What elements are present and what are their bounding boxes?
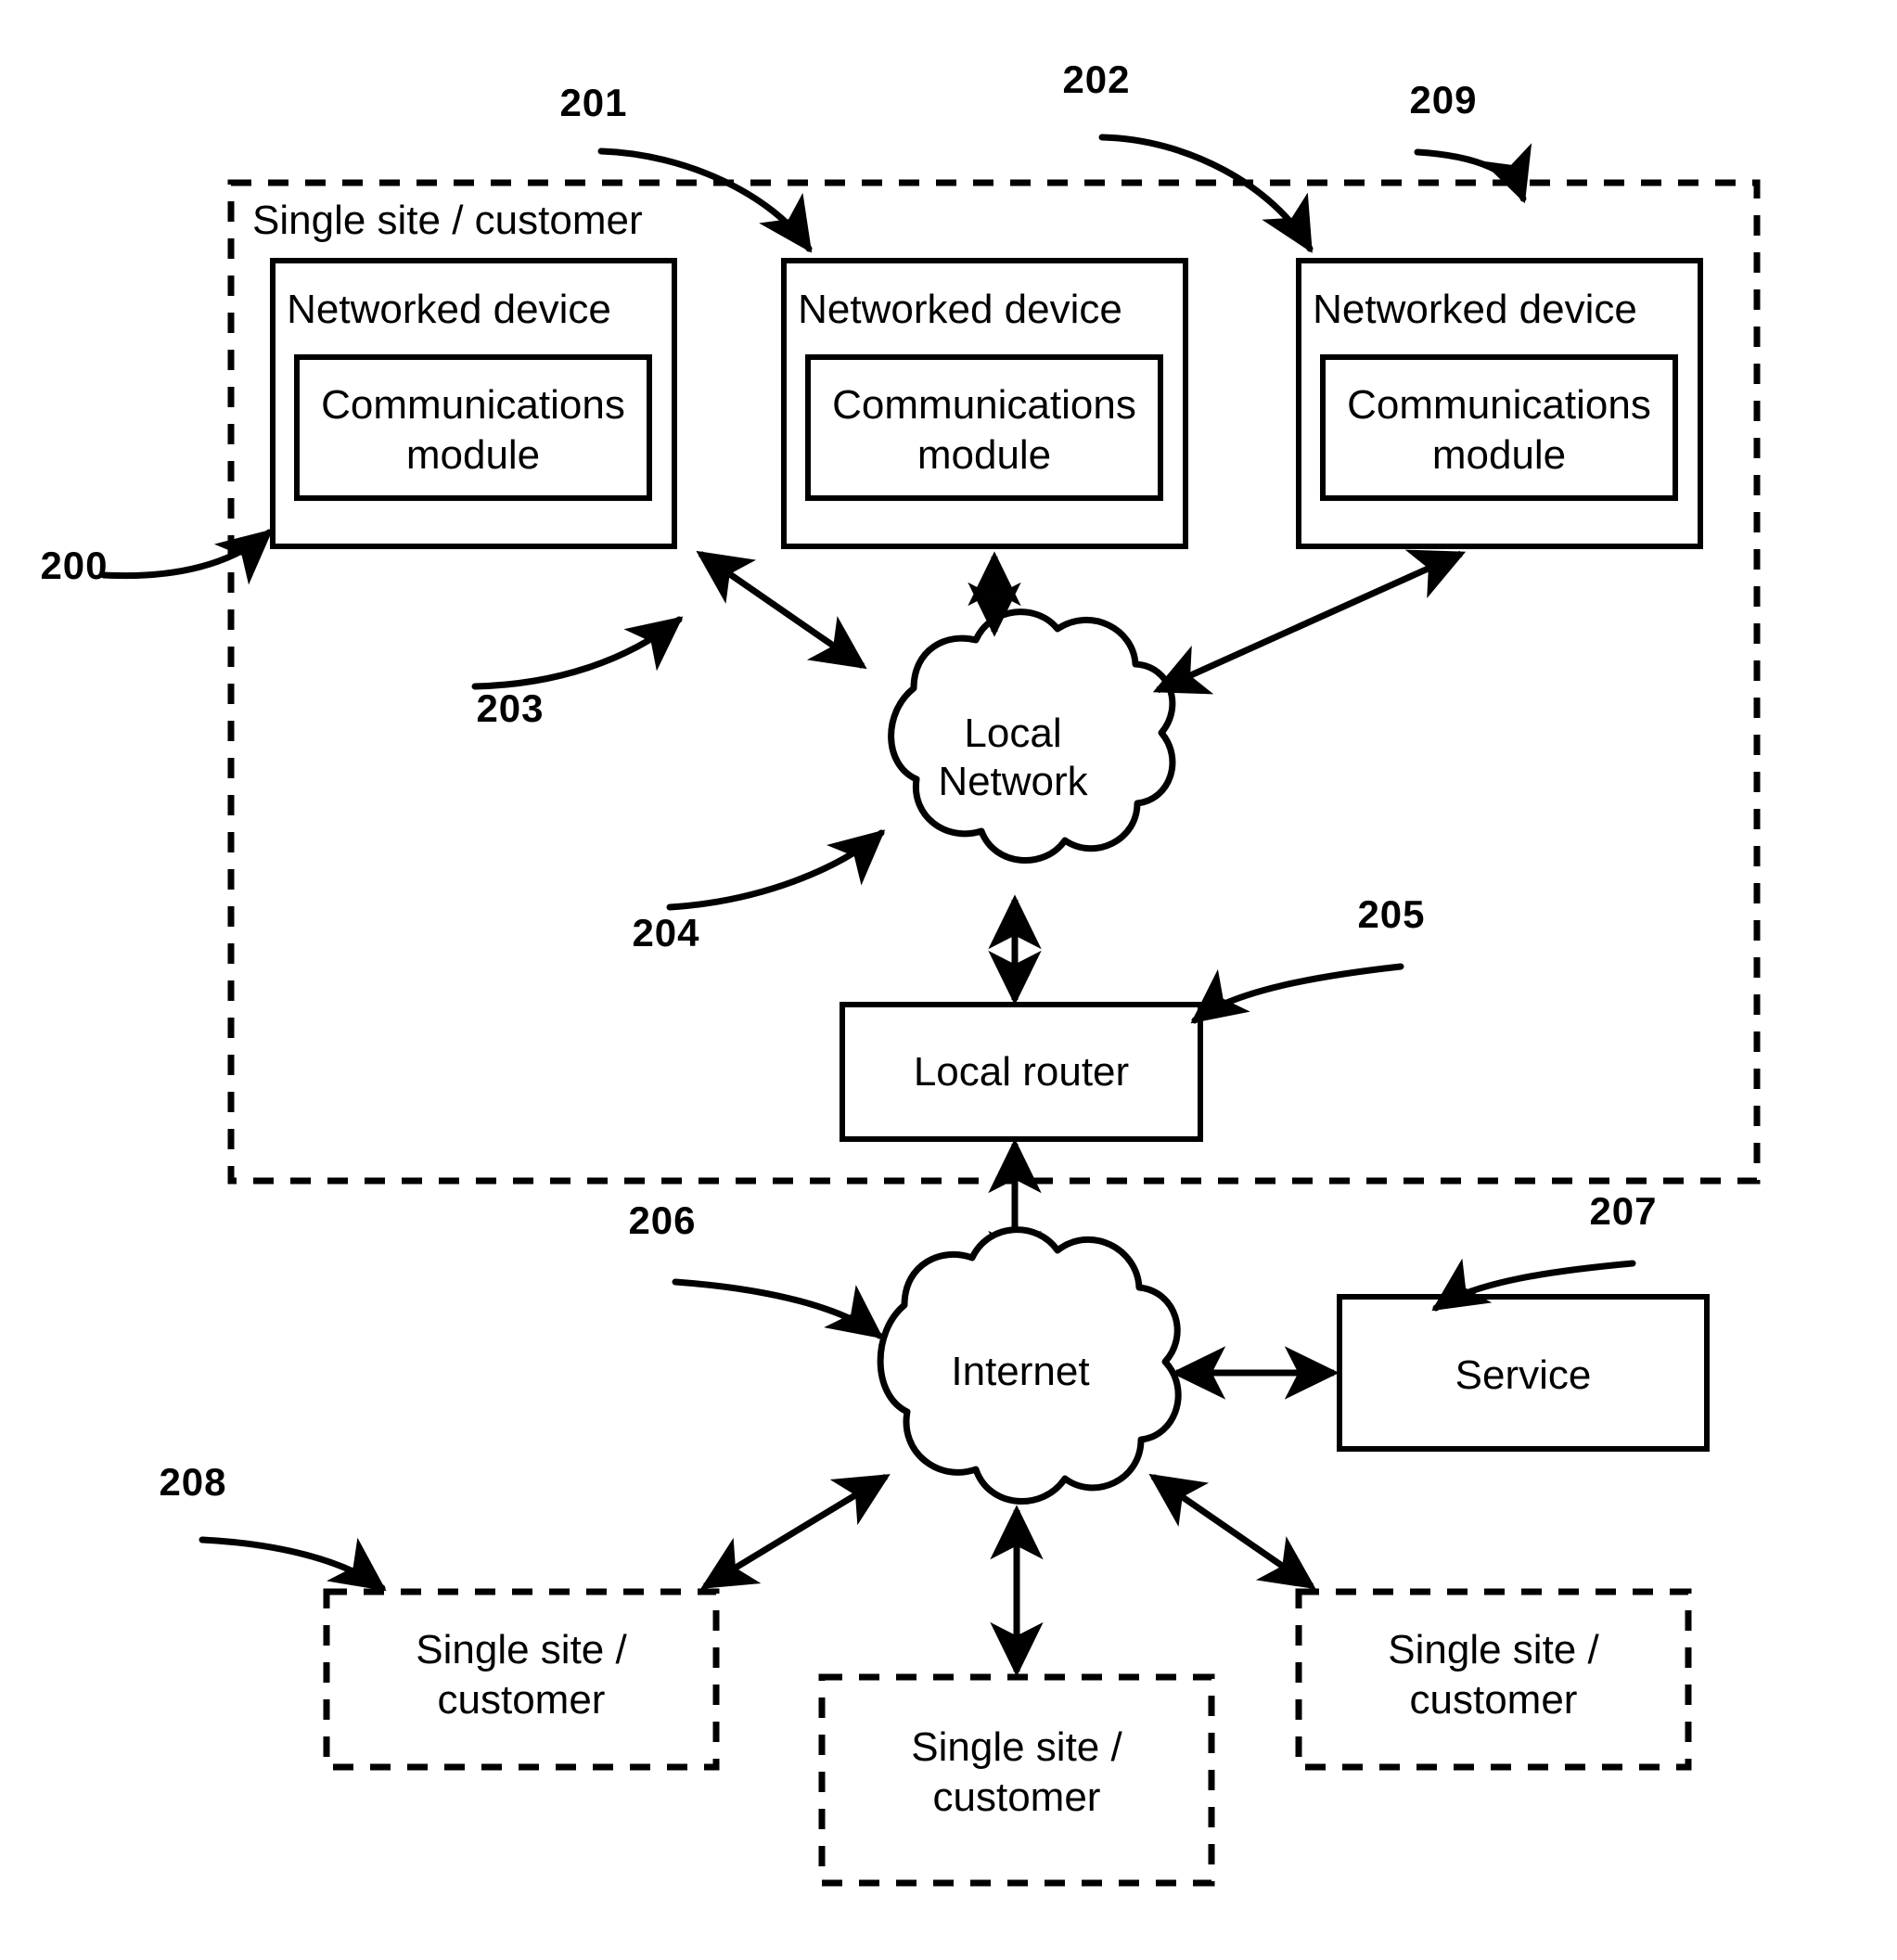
remote-site-left-line2: customer: [438, 1677, 606, 1723]
networked-device-3-title: Networked device: [1313, 287, 1637, 332]
main-site-label: Single site / customer: [252, 198, 643, 243]
patent-figure-canvas: Single site / customer Networked device …: [0, 0, 1897, 1960]
ref-numeral-204: 204: [632, 911, 699, 954]
ref-numeral-202: 202: [1062, 58, 1130, 101]
ref-numeral-209: 209: [1409, 78, 1477, 122]
ref-numeral-206: 206: [628, 1198, 696, 1242]
remote-site-left-line1: Single site /: [416, 1627, 627, 1672]
remote-site-center-line2: customer: [933, 1774, 1101, 1820]
communications-module-3-line2: module: [1432, 432, 1566, 478]
communications-module-2-line1: Communications: [832, 382, 1136, 428]
local-network-label-line2: Network: [938, 759, 1088, 804]
communications-module-1-line1: Communications: [321, 382, 625, 428]
ref-numeral-200: 200: [40, 544, 108, 587]
ref-numeral-208: 208: [159, 1460, 226, 1504]
communications-module-1-line2: module: [406, 432, 540, 478]
ref-numeral-203: 203: [476, 686, 544, 730]
internet-label: Internet: [951, 1349, 1089, 1394]
ref-numeral-201: 201: [559, 81, 627, 124]
local-network-cloud: Local Network: [888, 608, 1176, 864]
networked-device-1-title: Networked device: [287, 287, 611, 332]
ref-numeral-205: 205: [1357, 892, 1425, 936]
ref-numeral-207: 207: [1589, 1189, 1657, 1233]
remote-site-center-line1: Single site /: [911, 1724, 1122, 1770]
network-architecture-figure: Single site / customer Networked device …: [0, 0, 1897, 1960]
local-network-label-line1: Local: [964, 711, 1061, 756]
internet-cloud: Internet: [877, 1226, 1182, 1505]
service-label: Service: [1455, 1352, 1592, 1398]
communications-module-2-line2: module: [917, 432, 1051, 478]
communications-module-3-line1: Communications: [1347, 382, 1651, 428]
local-router-label: Local router: [914, 1049, 1129, 1095]
remote-site-right-line1: Single site /: [1388, 1627, 1599, 1672]
networked-device-2-title: Networked device: [798, 287, 1122, 332]
remote-site-right-line2: customer: [1410, 1677, 1578, 1723]
